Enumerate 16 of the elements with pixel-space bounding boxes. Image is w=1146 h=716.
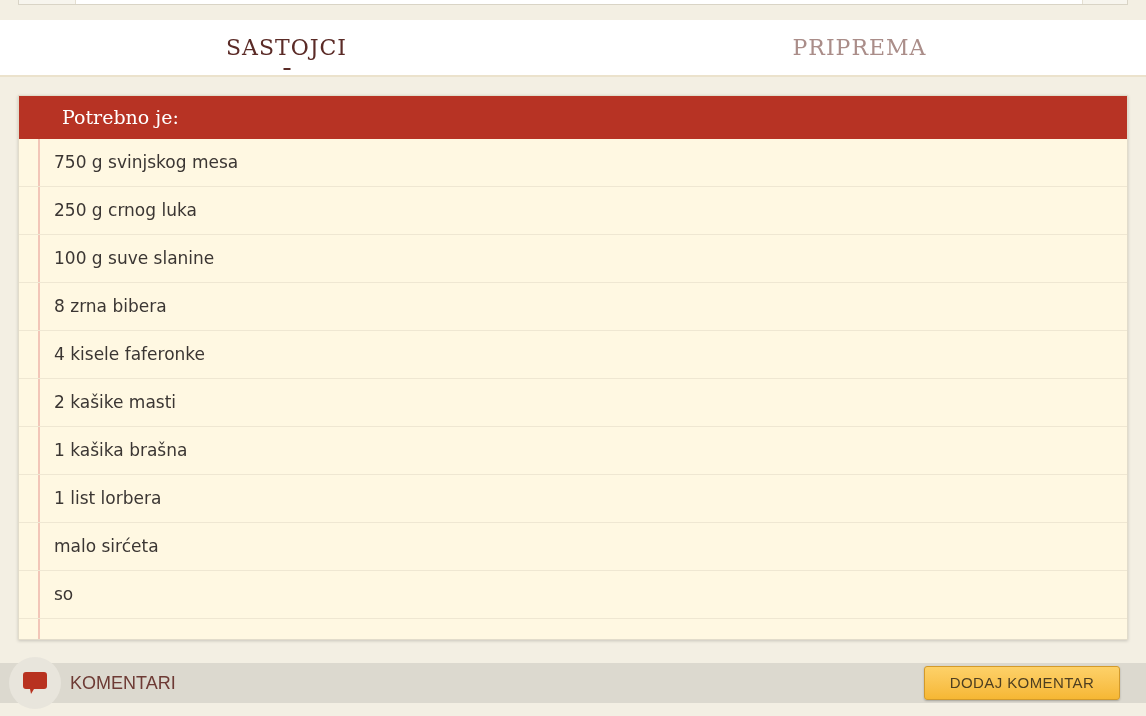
card-title: Potrebno je:: [62, 105, 179, 131]
ingredient-item: 100 g suve slanine: [54, 246, 215, 270]
comments-label: KOMENTARI: [70, 671, 176, 695]
ingredient-item: 1 kašika brašna: [54, 438, 188, 462]
selected-marker-icon: [283, 68, 290, 70]
comment-icon: [9, 657, 61, 709]
add-comment-button[interactable]: DODAJ KOMENTAR: [924, 666, 1120, 700]
ingredient-item: so: [54, 582, 74, 606]
ingredient-item: 2 kašike masti: [54, 390, 177, 414]
ingredient-item: 4 kisele faferonke: [54, 342, 206, 366]
ingredient-item: malo sirćeta: [54, 534, 159, 558]
ingredient-item: 250 g crnog luka: [54, 198, 197, 222]
ingredient-item: 8 zrna bibera: [54, 294, 167, 318]
tab[interactable]: SASTOJCI: [0, 20, 573, 75]
ingredient-item: 750 g svinjskog mesa: [54, 150, 239, 174]
ingredient-item: 1 list lorbera: [54, 486, 162, 510]
